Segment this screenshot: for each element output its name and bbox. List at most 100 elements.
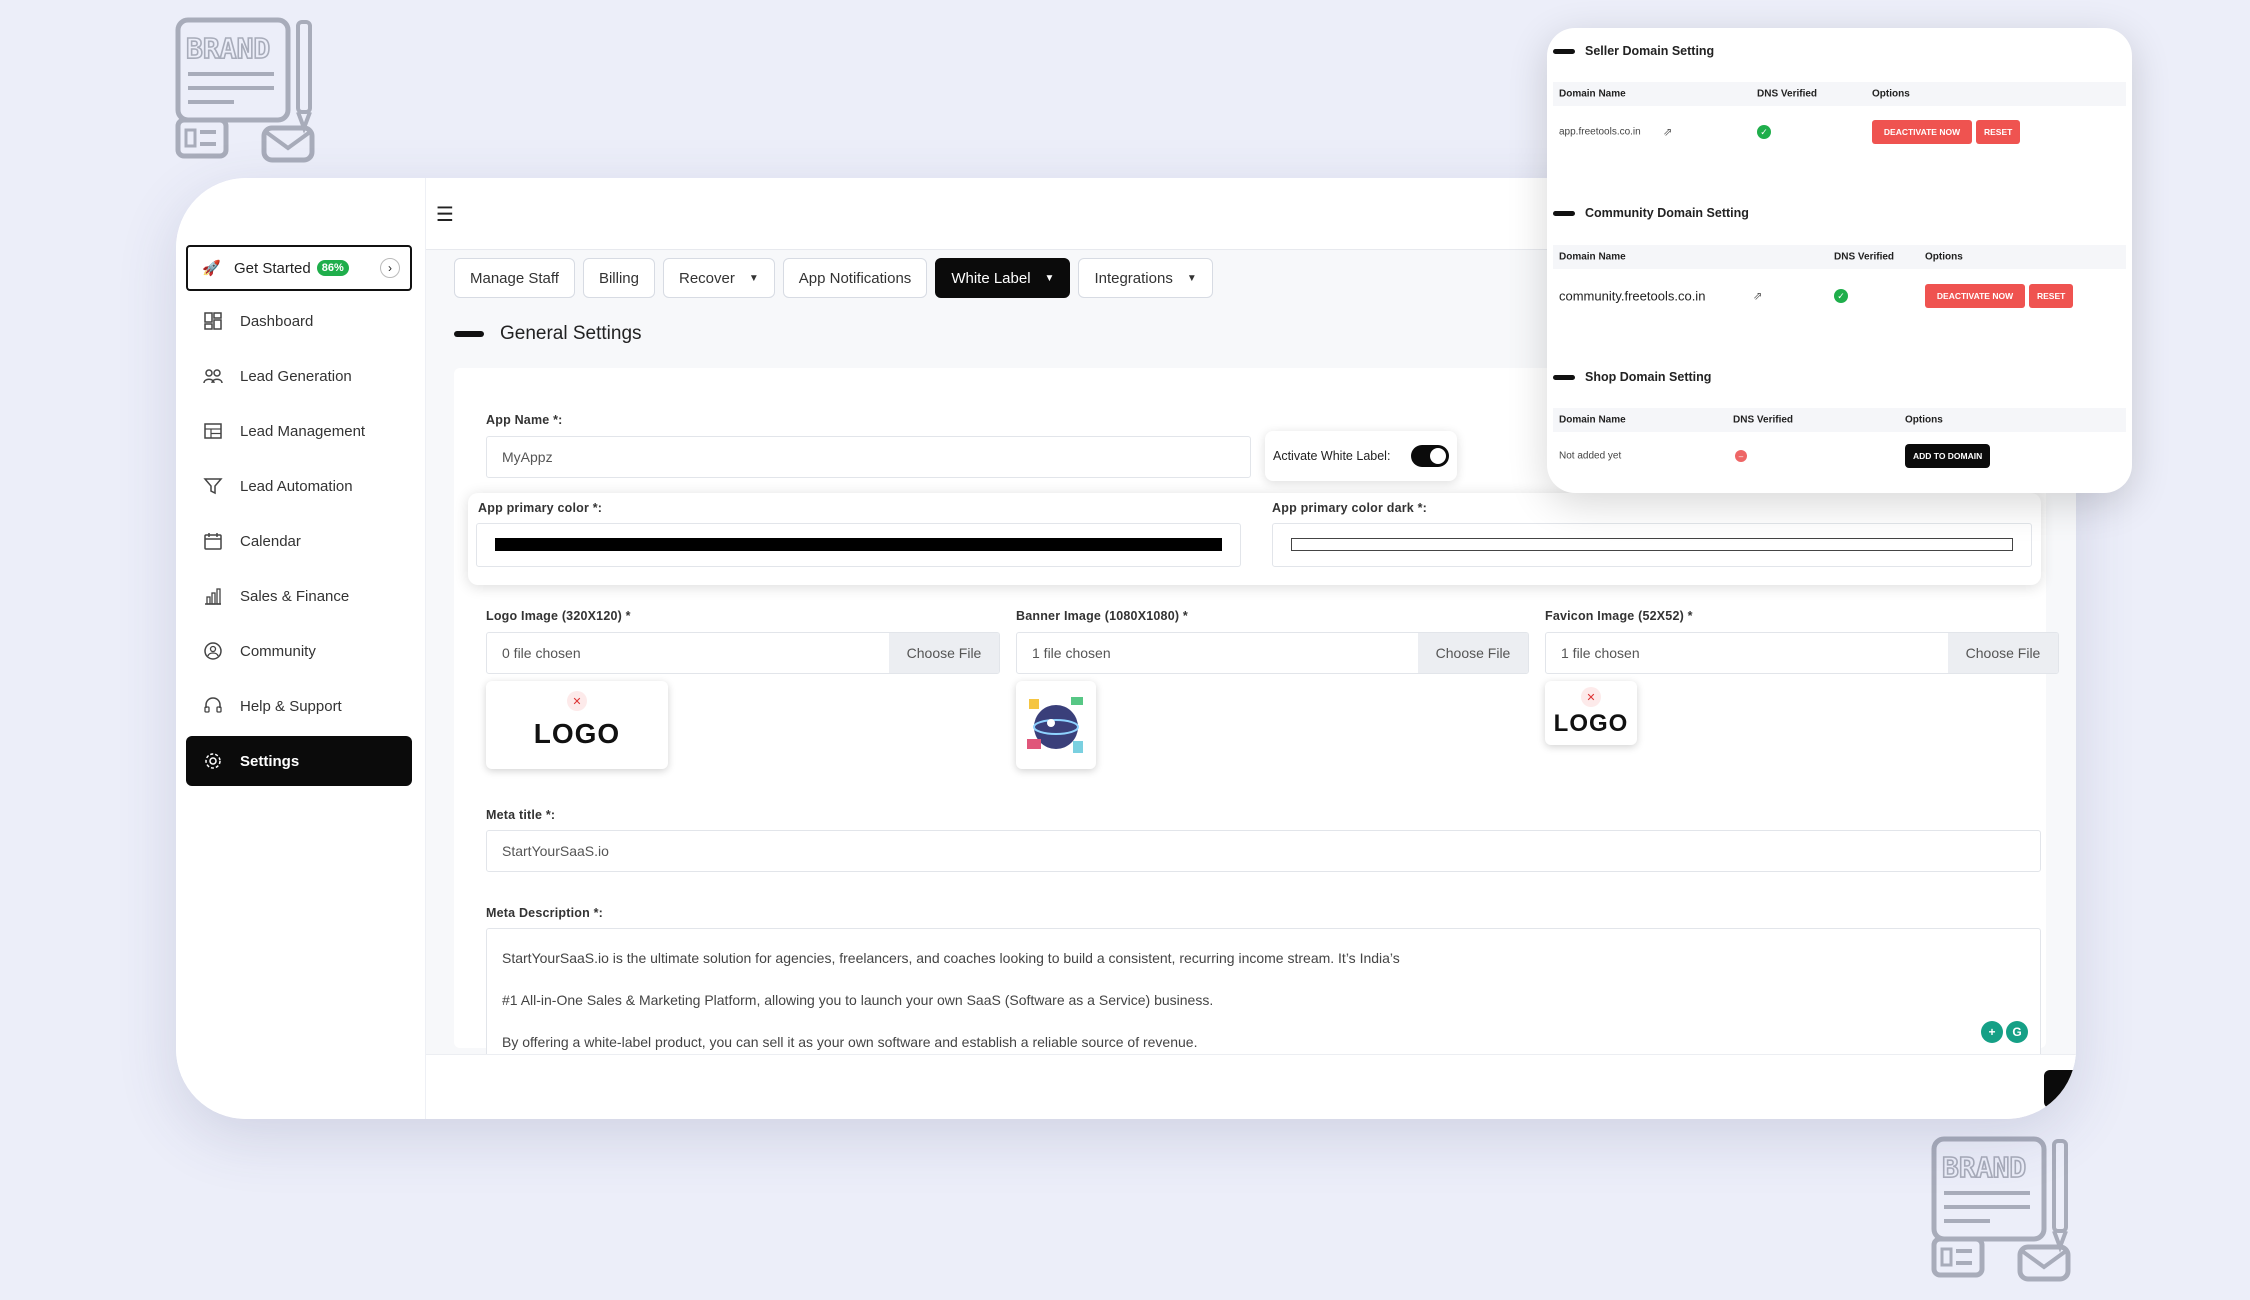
column-header: Domain Name — [1559, 414, 1626, 426]
sidebar-item-dashboard[interactable]: Dashboard — [186, 296, 412, 346]
column-header: DNS Verified — [1834, 251, 1895, 263]
seller-reset-button[interactable]: RESET — [1976, 120, 2021, 144]
caret-down-icon: ▼ — [1044, 272, 1055, 284]
tab-label: Manage Staff — [470, 269, 559, 287]
sidebar-item-help-support[interactable]: Help & Support — [186, 681, 412, 731]
banner-choose-file-button[interactable]: Choose File — [1418, 633, 1528, 673]
logo-file-name: 0 file chosen — [502, 645, 581, 661]
tab-label: Billing — [598, 269, 639, 287]
meta-title-input[interactable]: StartYourSaaS.io — [486, 830, 2041, 872]
rocket-icon: 🚀 — [202, 260, 221, 277]
sidebar-item-calendar[interactable]: Calendar — [186, 516, 412, 566]
tab-app-notifications[interactable]: App Notifications — [782, 258, 928, 298]
favicon-choose-file-button[interactable]: Choose File — [1948, 633, 2058, 673]
section-dash — [1553, 48, 1575, 54]
grammarly-bulb-icon[interactable]: + — [1981, 1021, 2003, 1043]
column-header: Domain Name — [1559, 251, 1626, 263]
chart-icon — [202, 585, 224, 607]
domain-name: app.freetools.co.in — [1559, 126, 1641, 138]
sidebar-item-lead-automation[interactable]: Lead Automation — [186, 461, 412, 511]
tab-integrations[interactable]: Integrations ▼ — [1078, 258, 1213, 298]
sidebar-item-label: Lead Management — [240, 422, 366, 440]
chevron-right-icon[interactable]: › — [380, 258, 400, 278]
community-domain-title: Community Domain Setting — [1553, 206, 1749, 220]
external-link-icon[interactable]: ⇗ — [1663, 126, 1672, 139]
column-header: Options — [1925, 251, 1963, 263]
favicon-preview: ✕ LOGO — [1545, 681, 1637, 745]
get-started-label: Get Started — [234, 259, 311, 277]
domain-settings-card: Seller Domain Setting Domain Name DNS Ve… — [1547, 28, 2132, 493]
gear-icon — [202, 750, 224, 772]
hamburger-menu-icon[interactable]: ☰ — [436, 202, 454, 227]
white-label-toggle[interactable] — [1411, 445, 1449, 467]
community-deactivate-button[interactable]: DEACTIVATE NOW — [1925, 284, 2025, 308]
activate-white-label-label: Activate White Label: — [1273, 449, 1391, 463]
color-settings-card: App primary color *: App primary color d… — [468, 493, 2041, 585]
primary-color-input[interactable] — [476, 523, 1241, 567]
sidebar-item-label: Lead Generation — [240, 367, 352, 385]
brand-card-icon: BRAND — [1931, 1136, 2071, 1282]
logo-choose-file-button[interactable]: Choose File — [889, 633, 999, 673]
sidebar-item-settings[interactable]: Settings — [186, 736, 412, 786]
community-reset-button[interactable]: RESET — [2029, 284, 2074, 308]
sidebar: 🚀 Get Started 86% › Dashboard Lead Gener… — [176, 178, 426, 1119]
caret-down-icon: ▼ — [748, 272, 759, 284]
grammarly-widget[interactable]: + G — [1981, 1021, 2028, 1043]
tab-white-label[interactable]: White Label ▼ — [935, 258, 1071, 298]
tab-manage-staff[interactable]: Manage Staff — [454, 258, 575, 298]
settings-tabs: Manage Staff Billing Recover ▼ App Notifi… — [454, 258, 1213, 298]
get-started-button[interactable]: 🚀 Get Started 86% › — [186, 245, 412, 291]
meta-title-label: Meta title *: — [486, 808, 556, 822]
seller-deactivate-button[interactable]: DEACTIVATE NOW — [1872, 120, 1972, 144]
seller-domain-title: Seller Domain Setting — [1553, 44, 1714, 58]
sidebar-item-lead-management[interactable]: Lead Management — [186, 406, 412, 456]
sidebar-item-label: Help & Support — [240, 697, 342, 715]
sidebar-item-sales-finance[interactable]: Sales & Finance — [186, 571, 412, 621]
meta-description-label: Meta Description *: — [486, 906, 604, 920]
section-title: Seller Domain Setting — [1585, 44, 1715, 58]
dns-not-verified-icon: – — [1735, 450, 1747, 462]
bottom-bar — [426, 1054, 2076, 1119]
logo-file-input[interactable]: 0 file chosen Choose File — [486, 632, 1000, 674]
section-dash — [454, 331, 484, 337]
calendar-icon — [202, 530, 224, 552]
section-dash — [1553, 210, 1575, 216]
logo-preview: ✕ LOGO — [486, 681, 668, 769]
sidebar-item-lead-generation[interactable]: Lead Generation — [186, 351, 412, 401]
column-header: DNS Verified — [1757, 88, 1818, 100]
page-title: General Settings — [500, 323, 642, 344]
tab-label: Integrations — [1094, 269, 1173, 287]
primary-color-dark-input[interactable] — [1272, 523, 2032, 567]
primary-color-dark-swatch — [1291, 538, 2013, 551]
seller-domain-row: app.freetools.co.in ⇗ ✓ DEACTIVATE NOW R… — [1553, 108, 2126, 156]
meta-description-line: StartYourSaaS.io is the ultimate solutio… — [502, 950, 1400, 966]
remove-logo-icon[interactable]: ✕ — [567, 691, 587, 711]
sidebar-item-label: Lead Automation — [240, 477, 353, 495]
banner-preview — [1016, 681, 1096, 769]
brand-illustration-top: BRAND — [174, 16, 324, 166]
support-icon — [202, 695, 224, 717]
remove-favicon-icon[interactable]: ✕ — [1581, 687, 1601, 707]
brand-card-icon: BRAND — [175, 17, 315, 163]
section-title: Shop Domain Setting — [1585, 370, 1712, 384]
domain-name: community.freetools.co.in — [1559, 288, 1706, 304]
banner-file-input[interactable]: 1 file chosen Choose File — [1016, 632, 1529, 674]
sidebar-item-community[interactable]: Community — [186, 626, 412, 676]
sidebar-item-label: Settings — [240, 752, 300, 770]
app-name-input[interactable]: MyAppz — [486, 436, 1251, 478]
tab-recover[interactable]: Recover ▼ — [662, 258, 775, 298]
meta-description-textarea[interactable]: StartYourSaaS.io is the ultimate solutio… — [486, 928, 2041, 1060]
update-button[interactable]: UPDATE — [2044, 1070, 2076, 1108]
sidebar-item-label: Dashboard — [240, 312, 314, 330]
sidebar-item-label: Calendar — [240, 532, 301, 550]
tab-billing[interactable]: Billing — [582, 258, 655, 298]
section-header: General Settings — [454, 323, 642, 345]
external-link-icon[interactable]: ⇗ — [1753, 290, 1762, 303]
community-domain-row: community.freetools.co.in ⇗ ✓ DEACTIVATE… — [1553, 271, 2126, 321]
primary-color-label: App primary color *: — [478, 501, 603, 515]
favicon-image-label: Favicon Image (52X52) * — [1545, 609, 1693, 623]
grammarly-logo-icon[interactable]: G — [2006, 1021, 2028, 1043]
add-to-domain-button[interactable]: ADD TO DOMAIN — [1905, 444, 1991, 468]
column-header: Options — [1905, 414, 1943, 426]
favicon-file-input[interactable]: 1 file chosen Choose File — [1545, 632, 2059, 674]
